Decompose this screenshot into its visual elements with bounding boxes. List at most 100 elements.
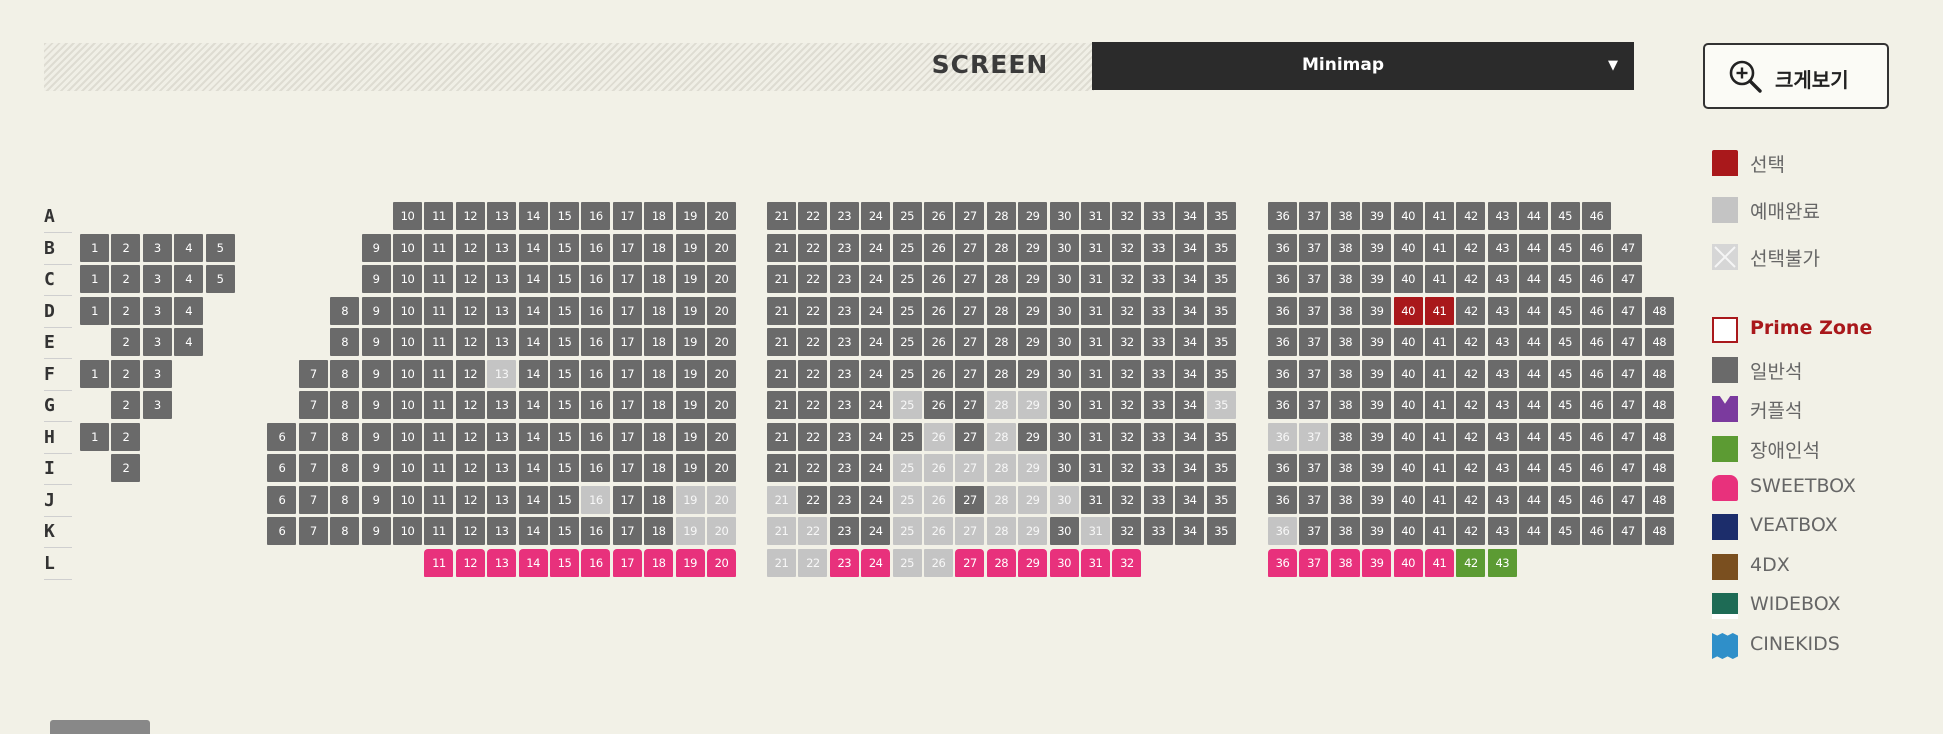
seat-d-24[interactable]: 24 — [861, 296, 891, 325]
seat-e-24[interactable]: 24 — [861, 328, 891, 356]
seat-j-24[interactable]: 24 — [861, 485, 891, 514]
seat-c-31[interactable]: 31 — [1081, 265, 1110, 293]
seat-e-14[interactable]: 14 — [518, 328, 548, 356]
seat-d-11[interactable]: 11 — [424, 296, 454, 325]
seat-e-23[interactable]: 23 — [829, 328, 859, 356]
seat-a-24[interactable]: 24 — [861, 202, 891, 230]
seat-i-17[interactable]: 17 — [612, 454, 642, 482]
seat-i-10[interactable]: 10 — [393, 454, 422, 482]
seat-h-47[interactable]: 47 — [1613, 422, 1643, 451]
seat-b-14[interactable]: 14 — [518, 233, 548, 262]
seat-f-9[interactable]: 9 — [361, 359, 391, 388]
seat-k-23[interactable]: 23 — [829, 517, 859, 545]
seat-l-39[interactable]: 39 — [1362, 548, 1392, 577]
seat-a-11[interactable]: 11 — [424, 202, 454, 230]
seat-g-20[interactable]: 20 — [707, 391, 736, 419]
seat-c-41[interactable]: 41 — [1425, 265, 1454, 293]
seat-g-15[interactable]: 15 — [550, 391, 579, 419]
seat-a-14[interactable]: 14 — [518, 202, 548, 230]
seat-l-19[interactable]: 19 — [675, 548, 705, 577]
seat-e-12[interactable]: 12 — [455, 328, 485, 356]
seat-j-41[interactable]: 41 — [1425, 485, 1454, 514]
seat-e-45[interactable]: 45 — [1550, 328, 1580, 356]
seat-h-22[interactable]: 22 — [798, 422, 828, 451]
seat-b-38[interactable]: 38 — [1330, 233, 1360, 262]
seat-g-39[interactable]: 39 — [1362, 391, 1392, 419]
seat-g-27[interactable]: 27 — [955, 391, 985, 419]
seat-l-11[interactable]: 11 — [424, 548, 454, 577]
seat-h-2[interactable]: 2 — [111, 422, 141, 451]
seat-c-39[interactable]: 39 — [1362, 265, 1392, 293]
seat-i-9[interactable]: 9 — [361, 454, 391, 482]
seat-d-47[interactable]: 47 — [1613, 296, 1643, 325]
seat-d-16[interactable]: 16 — [581, 296, 611, 325]
seat-e-41[interactable]: 41 — [1425, 328, 1454, 356]
seat-a-38[interactable]: 38 — [1330, 202, 1360, 230]
seat-c-16[interactable]: 16 — [581, 265, 611, 293]
seat-b-34[interactable]: 34 — [1175, 233, 1205, 262]
seat-i-37[interactable]: 37 — [1299, 454, 1329, 482]
seat-e-46[interactable]: 46 — [1582, 328, 1611, 356]
seat-k-32[interactable]: 32 — [1112, 517, 1142, 545]
seat-c-26[interactable]: 26 — [924, 265, 953, 293]
seat-f-8[interactable]: 8 — [330, 359, 360, 388]
seat-g-40[interactable]: 40 — [1393, 391, 1423, 419]
seat-c-44[interactable]: 44 — [1519, 265, 1549, 293]
seat-k-43[interactable]: 43 — [1487, 517, 1517, 545]
seat-a-44[interactable]: 44 — [1519, 202, 1549, 230]
seat-g-7[interactable]: 7 — [298, 391, 328, 419]
seat-j-31[interactable]: 31 — [1081, 485, 1110, 514]
seat-f-17[interactable]: 17 — [612, 359, 642, 388]
seat-c-30[interactable]: 30 — [1049, 265, 1079, 293]
seat-a-27[interactable]: 27 — [955, 202, 985, 230]
seat-i-23[interactable]: 23 — [829, 454, 859, 482]
seat-i-40[interactable]: 40 — [1393, 454, 1423, 482]
seat-h-1[interactable]: 1 — [80, 422, 109, 451]
zoom-button[interactable]: 크게보기 — [1703, 43, 1889, 109]
seat-d-36[interactable]: 36 — [1268, 296, 1297, 325]
seat-b-33[interactable]: 33 — [1143, 233, 1173, 262]
seat-g-45[interactable]: 45 — [1550, 391, 1580, 419]
seat-l-38[interactable]: 38 — [1330, 548, 1360, 577]
seat-h-31[interactable]: 31 — [1081, 422, 1110, 451]
seat-c-11[interactable]: 11 — [424, 265, 454, 293]
seat-k-7[interactable]: 7 — [298, 517, 328, 545]
seat-h-20[interactable]: 20 — [707, 422, 736, 451]
seat-a-28[interactable]: 28 — [986, 202, 1016, 230]
seat-c-29[interactable]: 29 — [1018, 265, 1048, 293]
seat-c-36[interactable]: 36 — [1268, 265, 1297, 293]
seat-f-2[interactable]: 2 — [111, 359, 141, 388]
seat-k-44[interactable]: 44 — [1519, 517, 1549, 545]
seat-k-18[interactable]: 18 — [644, 517, 674, 545]
seat-d-39[interactable]: 39 — [1362, 296, 1392, 325]
seat-f-31[interactable]: 31 — [1081, 359, 1110, 388]
seat-l-30[interactable]: 30 — [1049, 548, 1079, 577]
seat-f-37[interactable]: 37 — [1299, 359, 1329, 388]
seat-i-13[interactable]: 13 — [487, 454, 517, 482]
seat-e-21[interactable]: 21 — [767, 328, 796, 356]
seat-e-39[interactable]: 39 — [1362, 328, 1392, 356]
seat-k-9[interactable]: 9 — [361, 517, 391, 545]
seat-i-30[interactable]: 30 — [1049, 454, 1079, 482]
seat-a-17[interactable]: 17 — [612, 202, 642, 230]
seat-h-9[interactable]: 9 — [361, 422, 391, 451]
seat-d-10[interactable]: 10 — [393, 296, 422, 325]
seat-g-13[interactable]: 13 — [487, 391, 517, 419]
seat-b-16[interactable]: 16 — [581, 233, 611, 262]
seat-c-37[interactable]: 37 — [1299, 265, 1329, 293]
seat-k-15[interactable]: 15 — [550, 517, 579, 545]
seat-g-47[interactable]: 47 — [1613, 391, 1643, 419]
seat-b-17[interactable]: 17 — [612, 233, 642, 262]
seat-d-2[interactable]: 2 — [111, 296, 141, 325]
seat-e-47[interactable]: 47 — [1613, 328, 1643, 356]
seat-f-39[interactable]: 39 — [1362, 359, 1392, 388]
seat-k-47[interactable]: 47 — [1613, 517, 1643, 545]
seat-i-16[interactable]: 16 — [581, 454, 611, 482]
seat-f-43[interactable]: 43 — [1487, 359, 1517, 388]
seat-k-42[interactable]: 42 — [1456, 517, 1486, 545]
seat-l-20[interactable]: 20 — [707, 548, 736, 577]
seat-e-17[interactable]: 17 — [612, 328, 642, 356]
seat-g-44[interactable]: 44 — [1519, 391, 1549, 419]
seat-l-37[interactable]: 37 — [1299, 548, 1329, 577]
seat-i-24[interactable]: 24 — [861, 454, 891, 482]
